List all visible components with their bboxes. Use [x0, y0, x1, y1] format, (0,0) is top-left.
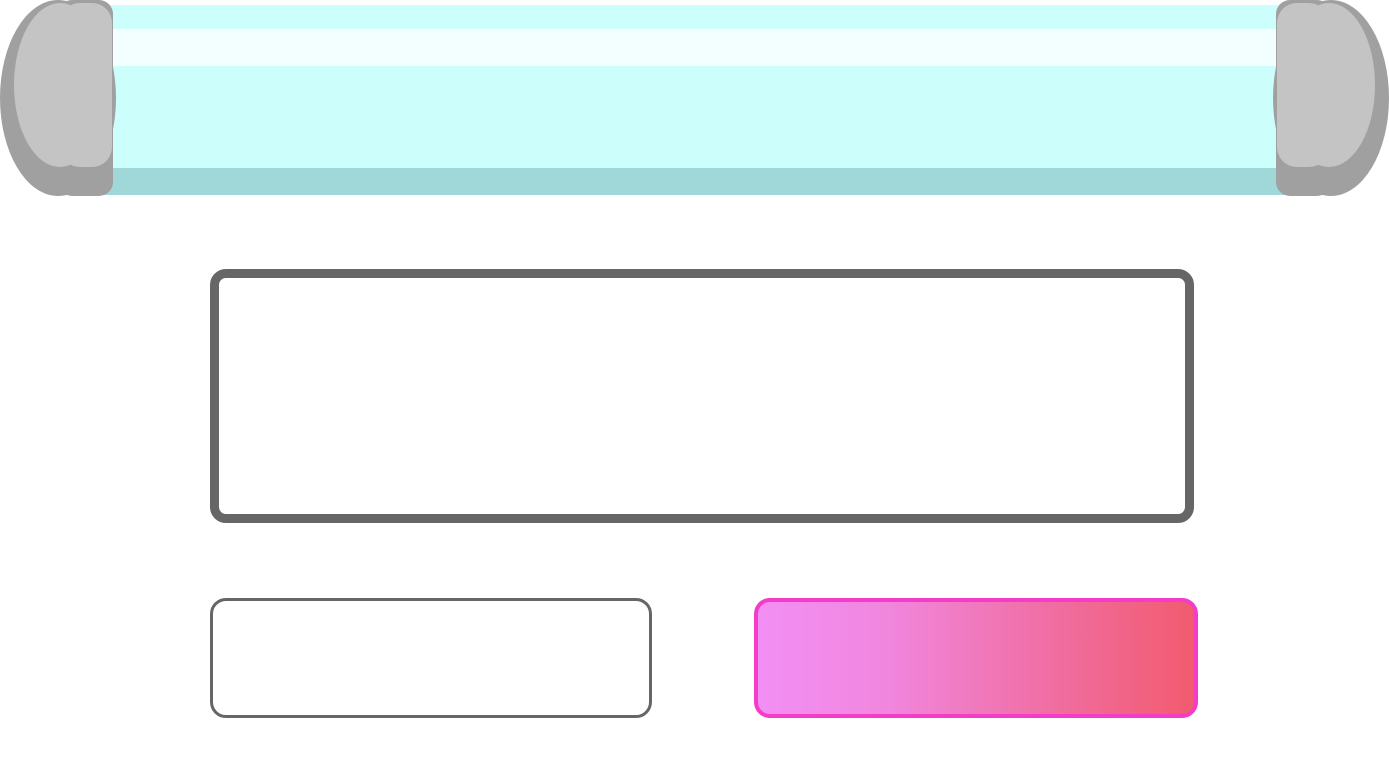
scroll-banner: [0, 0, 1389, 198]
primary-button[interactable]: [754, 598, 1198, 718]
secondary-button[interactable]: [210, 598, 652, 718]
right-end-cap: [1273, 0, 1389, 196]
left-end-cap: [0, 0, 116, 196]
display-text: [219, 278, 1185, 514]
page: [0, 0, 1389, 768]
scroll-tube-graphic: [0, 0, 1389, 196]
tube-shadow: [60, 168, 1330, 195]
tube-highlight: [60, 29, 1330, 66]
text-display-panel: [210, 269, 1194, 523]
